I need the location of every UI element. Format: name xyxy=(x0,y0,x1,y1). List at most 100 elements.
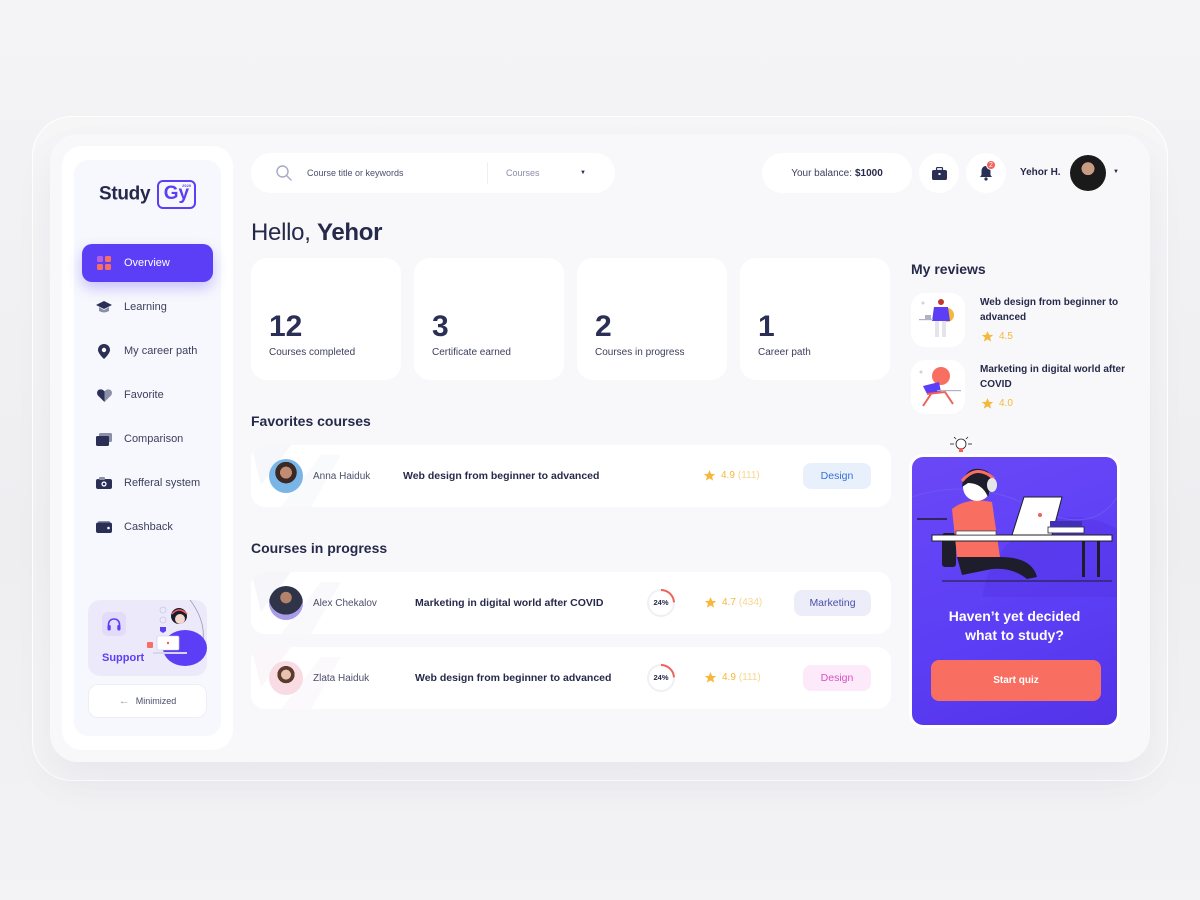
stat-value: 12 xyxy=(269,310,303,343)
course-rating: 4.9 (111) xyxy=(704,671,761,684)
support-label: Support xyxy=(102,652,145,664)
student-illustration xyxy=(912,468,1117,597)
sidebar-item-label: Refferal system xyxy=(124,477,201,489)
category-tag[interactable]: Design xyxy=(803,463,871,489)
user-name[interactable]: Yehor H. xyxy=(1020,167,1061,178)
sidebar-item-learning[interactable]: Learning xyxy=(82,288,213,326)
rating-value: 4.9 xyxy=(722,672,736,683)
sidebar-item-label: My career path xyxy=(124,345,198,357)
course-title[interactable]: Web design from beginner to advanced xyxy=(403,470,599,482)
reviews-title: My reviews xyxy=(911,261,986,277)
greeting-name: Yehor xyxy=(316,219,383,246)
greeting: Hello, Yehor xyxy=(251,219,382,247)
search-divider xyxy=(487,162,488,184)
category-tag[interactable]: Marketing xyxy=(794,590,871,616)
quiz-prompt: Haven’t yet decided what to study? xyxy=(912,607,1117,645)
favorite-course-row[interactable]: Anna Haiduk Web design from beginner to … xyxy=(251,445,891,507)
stat-value: 1 xyxy=(758,310,775,343)
portfolio-button[interactable] xyxy=(919,153,959,193)
balance-label: Your balance: xyxy=(791,167,852,179)
category-select[interactable]: Courses ▼ xyxy=(506,168,586,178)
support-illustration xyxy=(147,600,207,666)
review-item[interactable]: Marketing in digital world after COVID 4… xyxy=(911,360,1131,416)
rating-count: (111) xyxy=(738,672,761,683)
course-title[interactable]: Marketing in digital world after COVID xyxy=(415,597,603,609)
greeting-prefix: Hello, xyxy=(251,219,311,246)
stat-label: Certificate earned xyxy=(432,347,511,358)
camera-icon xyxy=(96,475,112,491)
quiz-card-inner: Haven’t yet decided what to study? Start… xyxy=(912,457,1117,725)
category-tag[interactable]: Design xyxy=(803,665,871,691)
sidebar-item-favorite[interactable]: Favorite xyxy=(82,376,213,414)
quiz-prompt-line2: what to study? xyxy=(965,627,1064,643)
rating-value: 4.0 xyxy=(999,398,1013,409)
support-card[interactable]: Support xyxy=(88,600,207,676)
sidebar-item-label: Comparison xyxy=(124,433,184,445)
quiz-card: Haven’t yet decided what to study? Start… xyxy=(909,454,1120,728)
notifications-button[interactable]: 2 xyxy=(966,153,1006,193)
logo-text: Study xyxy=(98,183,151,205)
star-icon xyxy=(981,398,994,409)
arrow-left-icon: ← xyxy=(118,695,130,707)
sidebar-item-overview[interactable]: Overview xyxy=(82,244,213,282)
start-quiz-button[interactable]: Start quiz xyxy=(931,660,1101,701)
stat-label: Career path xyxy=(758,347,811,358)
sidebar-item-cashback[interactable]: Cashback xyxy=(82,508,213,546)
review-illustration xyxy=(919,367,961,407)
sidebar-item-career-path[interactable]: My career path xyxy=(82,332,213,370)
course-title[interactable]: Web design from beginner to advanced xyxy=(415,672,611,684)
review-rating: 4.0 xyxy=(981,397,1013,410)
sidebar-item-referral[interactable]: Refferal system xyxy=(82,464,213,502)
stat-label: Courses in progress xyxy=(595,347,685,358)
sidebar-item-label: Overview xyxy=(124,257,170,269)
stat-card-career-path[interactable]: 1 Career path xyxy=(740,258,890,380)
rating-count: (111) xyxy=(737,470,760,481)
logo-badge: Gy 2020 xyxy=(156,180,197,209)
star-icon xyxy=(703,470,716,481)
star-icon xyxy=(704,597,717,608)
stat-label: Courses completed xyxy=(269,347,356,358)
stats-row: 12 Courses completed 3 Certificate earne… xyxy=(251,258,890,380)
star-icon xyxy=(704,672,717,683)
layers-icon xyxy=(96,431,112,447)
user-avatar[interactable] xyxy=(1070,155,1106,191)
stat-card-certificates[interactable]: 3 Certificate earned xyxy=(414,258,564,380)
caret-down-icon: ▼ xyxy=(580,170,586,176)
rating-value: 4.9 xyxy=(721,470,735,481)
sidebar-item-label: Cashback xyxy=(124,521,173,533)
review-rating: 4.5 xyxy=(981,330,1013,343)
map-pin-icon xyxy=(96,343,112,359)
app-window: Study Gy 2020 Overview Learning My caree… xyxy=(50,134,1150,762)
search-icon[interactable] xyxy=(275,164,293,182)
author-avatar xyxy=(269,459,303,493)
briefcase-icon xyxy=(931,166,947,180)
sidebar-item-comparison[interactable]: Comparison xyxy=(82,420,213,458)
progress-label: 24% xyxy=(653,673,669,682)
in-progress-course-row[interactable]: Zlata Haiduk Web design from beginner to… xyxy=(251,647,891,709)
course-author: Zlata Haiduk xyxy=(313,672,370,684)
stat-card-in-progress[interactable]: 2 Courses in progress xyxy=(577,258,727,380)
review-item[interactable]: Web design from beginner to advanced 4.5 xyxy=(911,293,1131,349)
stat-card-courses-completed[interactable]: 12 Courses completed xyxy=(251,258,401,380)
balance-display[interactable]: Your balance: $1000 xyxy=(762,153,912,193)
in-progress-title: Courses in progress xyxy=(251,540,388,556)
rating-count: (434) xyxy=(738,597,763,608)
search-input[interactable] xyxy=(307,168,487,178)
minimize-label: Minimized xyxy=(135,696,177,706)
notification-badge: 2 xyxy=(986,160,996,170)
minimize-sidebar-button[interactable]: ← Minimized xyxy=(88,684,207,718)
author-avatar xyxy=(269,661,303,695)
sidebar: Study Gy 2020 Overview Learning My caree… xyxy=(74,160,221,736)
grid-icon xyxy=(96,255,112,271)
course-rating: 4.9 (111) xyxy=(703,469,760,482)
logo[interactable]: Study Gy 2020 xyxy=(74,180,221,209)
search-bar: Courses ▼ xyxy=(251,153,615,193)
user-menu-caret-icon[interactable]: ▼ xyxy=(1113,169,1119,175)
sidebar-nav: Overview Learning My career path Favorit… xyxy=(82,244,213,552)
category-select-value: Courses xyxy=(506,168,540,178)
in-progress-course-row[interactable]: Alex Chekalov Marketing in digital world… xyxy=(251,572,891,634)
heart-icon xyxy=(96,387,112,403)
lightbulb-icon xyxy=(950,436,972,452)
sidebar-container: Study Gy 2020 Overview Learning My caree… xyxy=(62,146,233,750)
favorites-title: Favorites courses xyxy=(251,413,371,429)
